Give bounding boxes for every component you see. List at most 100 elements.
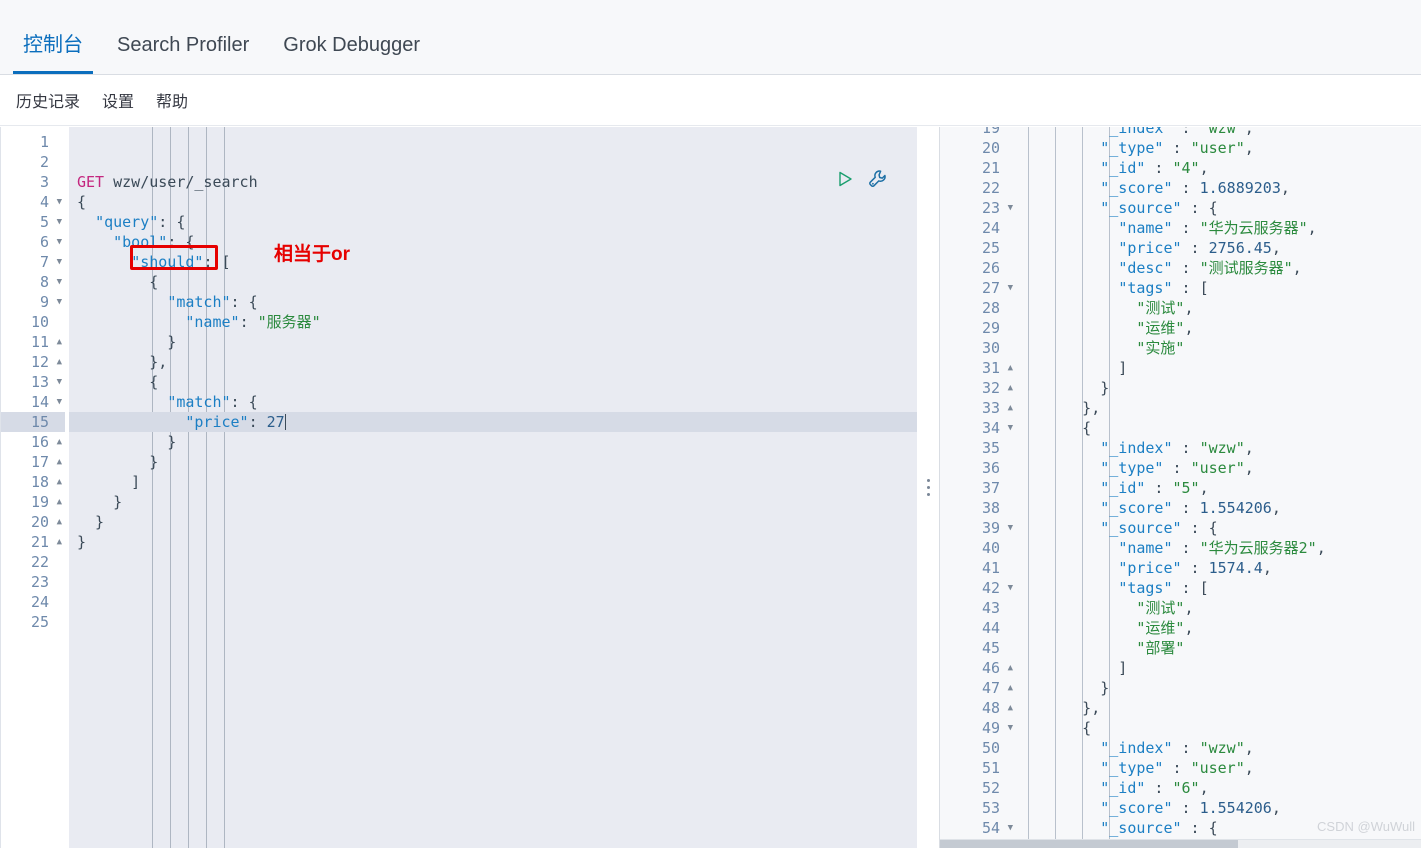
fold-caret-down-icon[interactable]: ▼ <box>57 392 62 412</box>
code-line[interactable]: "_index" : "wzw", <box>1020 438 1421 458</box>
fold-caret-up-icon[interactable]: ▲ <box>57 472 62 492</box>
code-line[interactable]: "should": [ <box>69 252 917 272</box>
fold-caret-down-icon[interactable]: ▼ <box>1008 578 1013 598</box>
tab-console[interactable]: 控制台 <box>13 35 107 74</box>
code-line[interactable]: "_id" : "4", <box>1020 158 1421 178</box>
fold-caret-up-icon[interactable]: ▲ <box>57 452 62 472</box>
code-line[interactable]: "_score" : 1.554206, <box>1020 498 1421 518</box>
code-line[interactable]: "运维", <box>1020 618 1421 638</box>
fold-caret-down-icon[interactable]: ▼ <box>57 292 62 312</box>
horizontal-scrollbar[interactable] <box>940 839 1421 848</box>
code-line[interactable]: "_source" : { <box>1020 818 1421 838</box>
tab-search-profiler[interactable]: Search Profiler <box>107 35 273 74</box>
request-code-area[interactable]: GET wzw/user/_search{ "query": { "bool":… <box>69 127 917 848</box>
menu-item-settings[interactable]: 设置 <box>102 88 134 112</box>
request-editor-pane[interactable]: 1 2 3 4 ▼ 5 ▼ 6 ▼ 7 ▼ 8 ▼ 9 ▼ 10 11 ▲ 12 ▲ 13 ▼ 14 ▼ 15 16 ▲ 17 ▲ 18 ▲… <box>0 127 917 848</box>
fold-caret-up-icon[interactable]: ▲ <box>1008 358 1013 378</box>
code-line[interactable] <box>69 132 917 152</box>
response-code-area[interactable]: "_index" : "wzw", "_type" : "user", "_id… <box>1020 127 1421 848</box>
fold-caret-down-icon[interactable]: ▼ <box>1008 718 1013 738</box>
code-line[interactable] <box>69 612 917 632</box>
code-line[interactable]: { <box>1020 718 1421 738</box>
fold-caret-up-icon[interactable]: ▲ <box>57 532 62 552</box>
code-line[interactable]: GET wzw/user/_search <box>69 172 917 192</box>
fold-caret-up-icon[interactable]: ▲ <box>57 332 62 352</box>
code-line[interactable]: ] <box>1020 658 1421 678</box>
scrollbar-thumb[interactable] <box>940 840 1239 848</box>
fold-caret-down-icon[interactable]: ▼ <box>57 212 62 232</box>
code-line[interactable]: "bool": { <box>69 232 917 252</box>
code-line[interactable]: "_type" : "user", <box>1020 138 1421 158</box>
fold-caret-down-icon[interactable]: ▼ <box>1008 278 1013 298</box>
code-line[interactable]: "部署" <box>1020 638 1421 658</box>
code-line[interactable]: }, <box>69 352 917 372</box>
pane-resize-handle[interactable] <box>917 127 939 848</box>
code-line[interactable]: "_id" : "5", <box>1020 478 1421 498</box>
code-line[interactable]: "desc" : "测试服务器", <box>1020 258 1421 278</box>
code-line[interactable]: "_type" : "user", <box>1020 758 1421 778</box>
response-pane[interactable]: 19 20 21 22 23 ▼ 24 25 26 27 ▼ 28 29 30 31 ▲ 32 ▲ 33 ▲ 34 ▼ 35… <box>939 127 1421 848</box>
code-line[interactable]: } <box>69 512 917 532</box>
fold-caret-down-icon[interactable]: ▼ <box>1008 518 1013 538</box>
fold-caret-down-icon[interactable]: ▼ <box>57 232 62 252</box>
code-line[interactable]: { <box>1020 418 1421 438</box>
tab-grok-debugger[interactable]: Grok Debugger <box>273 35 444 74</box>
fold-caret-up-icon[interactable]: ▲ <box>57 432 62 452</box>
fold-caret-up-icon[interactable]: ▲ <box>57 352 62 372</box>
fold-caret-down-icon[interactable]: ▼ <box>1008 818 1013 838</box>
fold-caret-up-icon[interactable]: ▲ <box>57 512 62 532</box>
fold-caret-down-icon[interactable]: ▼ <box>57 192 62 212</box>
code-line[interactable]: "运维", <box>1020 318 1421 338</box>
code-line[interactable] <box>69 592 917 612</box>
code-line[interactable]: "_score" : 1.6889203, <box>1020 178 1421 198</box>
fold-caret-up-icon[interactable]: ▲ <box>1008 698 1013 718</box>
code-line[interactable]: }, <box>1020 698 1421 718</box>
code-line[interactable]: "_id" : "6", <box>1020 778 1421 798</box>
fold-caret-up-icon[interactable]: ▲ <box>1008 398 1013 418</box>
code-line[interactable]: ] <box>69 472 917 492</box>
code-line[interactable]: { <box>69 372 917 392</box>
code-line[interactable]: } <box>69 532 917 552</box>
fold-caret-down-icon[interactable]: ▼ <box>1008 418 1013 438</box>
code-line[interactable]: "name": "服务器" <box>69 312 917 332</box>
code-line[interactable]: "_score" : 1.554206, <box>1020 798 1421 818</box>
code-line[interactable] <box>69 552 917 572</box>
code-line[interactable] <box>69 152 917 172</box>
code-line[interactable]: "_index" : "wzw", <box>1020 738 1421 758</box>
code-line[interactable]: "_source" : { <box>1020 198 1421 218</box>
code-line[interactable]: "query": { <box>69 212 917 232</box>
code-line[interactable]: "name" : "华为云服务器", <box>1020 218 1421 238</box>
fold-caret-down-icon[interactable]: ▼ <box>1008 198 1013 218</box>
fold-caret-up-icon[interactable]: ▲ <box>57 492 62 512</box>
menu-item-history[interactable]: 历史记录 <box>16 88 80 112</box>
code-line[interactable]: } <box>69 452 917 472</box>
fold-caret-down-icon[interactable]: ▼ <box>57 372 62 392</box>
code-line[interactable]: "match": { <box>69 392 917 412</box>
code-line[interactable]: { <box>69 272 917 292</box>
code-line[interactable]: "_type" : "user", <box>1020 458 1421 478</box>
code-line[interactable]: "name" : "华为云服务器2", <box>1020 538 1421 558</box>
code-line[interactable]: } <box>69 492 917 512</box>
code-line[interactable]: } <box>1020 678 1421 698</box>
play-icon[interactable] <box>835 169 855 189</box>
fold-caret-up-icon[interactable]: ▲ <box>1008 378 1013 398</box>
code-line[interactable]: "_index" : "wzw", <box>1020 127 1421 138</box>
code-line[interactable]: "price" : 2756.45, <box>1020 238 1421 258</box>
fold-caret-up-icon[interactable]: ▲ <box>1008 678 1013 698</box>
code-line[interactable]: } <box>69 332 917 352</box>
code-line[interactable]: "match": { <box>69 292 917 312</box>
code-line[interactable]: "_source" : { <box>1020 518 1421 538</box>
code-line[interactable]: "实施" <box>1020 338 1421 358</box>
fold-caret-down-icon[interactable]: ▼ <box>57 252 62 272</box>
code-line[interactable]: "tags" : [ <box>1020 578 1421 598</box>
code-line[interactable]: "tags" : [ <box>1020 278 1421 298</box>
code-line[interactable]: "测试", <box>1020 598 1421 618</box>
code-line[interactable]: } <box>69 432 917 452</box>
code-line[interactable]: "price" : 1574.4, <box>1020 558 1421 578</box>
code-line[interactable]: "price": 27 <box>69 412 917 432</box>
code-line[interactable]: }, <box>1020 398 1421 418</box>
code-line[interactable]: ] <box>1020 358 1421 378</box>
code-line[interactable]: { <box>69 192 917 212</box>
fold-caret-down-icon[interactable]: ▼ <box>57 272 62 292</box>
code-line[interactable] <box>69 572 917 592</box>
